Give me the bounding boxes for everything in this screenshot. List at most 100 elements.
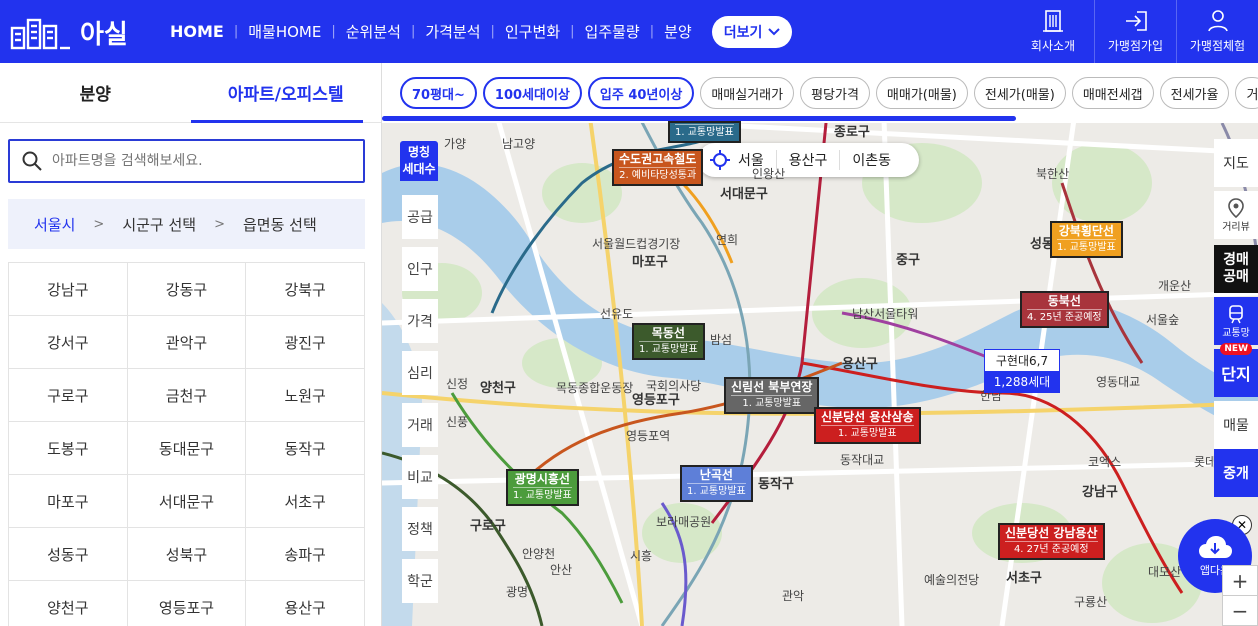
zoom-control: + −: [1222, 565, 1258, 626]
place-label: 인왕산: [752, 167, 786, 181]
place-label: 목동종합운동장: [556, 381, 634, 395]
transit-line-label[interactable]: 동북선 4. 25년 준공예정: [1020, 291, 1109, 328]
map-tool-sentiment[interactable]: 심리: [402, 351, 438, 395]
map-tool-school[interactable]: 학군: [402, 559, 438, 603]
district-cell[interactable]: 금천구: [127, 369, 247, 422]
signup-button[interactable]: 가맹점가입: [1094, 0, 1176, 63]
map-tool-population[interactable]: 인구: [402, 247, 438, 291]
filter-chip-gap[interactable]: 매매전세갭: [1071, 77, 1154, 109]
district-cell[interactable]: 서초구: [246, 475, 365, 528]
transit-line-label[interactable]: 수도권고속철도 2. 예비타당성통과: [612, 149, 704, 186]
label-mode-toggle[interactable]: 명칭 세대수: [400, 141, 438, 181]
district-cell[interactable]: 성동구: [9, 528, 128, 581]
district-cell[interactable]: 성북구: [127, 528, 247, 581]
breadcrumb-city[interactable]: 서울시: [34, 214, 75, 235]
map-area[interactable]: 70평대~ 100세대이상 입주 40년이상 매매실거래가 평당가격 매매가(매…: [382, 63, 1258, 626]
nav-price[interactable]: 가격분석: [415, 21, 490, 42]
place-label: 서초구: [1006, 571, 1042, 586]
transit-line-status: 1. 교통망발표: [687, 483, 746, 499]
apartment-name: 구현대6,7: [995, 354, 1049, 368]
filter-chip-sale-price[interactable]: 매매실거래가: [700, 77, 795, 109]
logo[interactable]: 아실: [10, 14, 128, 51]
street-view-label: 거리뷰: [1222, 221, 1250, 233]
district-cell[interactable]: 도봉구: [9, 422, 128, 475]
map-tool-transaction[interactable]: 거래: [402, 403, 438, 447]
location-selector[interactable]: 서울 용산구 이촌동: [698, 143, 920, 177]
place-label: 종로구: [834, 125, 870, 140]
filter-chip-listing-price[interactable]: 매매가(매물): [875, 77, 968, 109]
transit-line-title: 신분당선 강남용산: [1005, 526, 1098, 540]
transit-line-label[interactable]: 목동선 1. 교통망발표: [632, 323, 705, 360]
location-town[interactable]: 이촌동: [839, 150, 903, 170]
nav-population[interactable]: 인구변화: [495, 21, 570, 42]
transit-line-label[interactable]: 난곡선 1. 교통망발표: [680, 465, 753, 502]
district-cell[interactable]: 구로구: [9, 369, 128, 422]
map-mode-map[interactable]: 지도: [1214, 139, 1258, 187]
building-icon: [1043, 10, 1063, 32]
main-nav: HOME | 매물HOME | 순위분석 | 가격분석 | 인구변화 | 입주물량 | 분양…: [160, 0, 793, 63]
breadcrumb-district[interactable]: 시군구 선택: [122, 214, 196, 235]
filter-chip-jeonse-price[interactable]: 전세가(매물): [973, 77, 1066, 109]
place-label: 보라매공원: [656, 515, 712, 529]
street-view-button[interactable]: 거리뷰: [1214, 191, 1258, 239]
transit-line-label[interactable]: 광명시흥선 1. 교통망발표: [506, 469, 579, 506]
filter-chip-price-per-pyeong[interactable]: 평당가격: [800, 77, 870, 109]
transit-line-label[interactable]: 신분당선 용산삼송 1. 교통망발표: [814, 407, 921, 444]
map-tool-supply[interactable]: 공급: [402, 195, 438, 239]
nav-ranking[interactable]: 순위분석: [336, 21, 411, 42]
district-cell[interactable]: 송파구: [246, 528, 365, 581]
district-cell[interactable]: 강동구: [127, 263, 247, 316]
transit-button[interactable]: 교통망: [1214, 297, 1258, 345]
location-district[interactable]: 용산구: [775, 150, 840, 170]
transit-line-label[interactable]: 신분당선 강남용산 4. 27년 준공예정: [998, 523, 1105, 560]
nav-presale[interactable]: 분양: [654, 21, 702, 42]
district-cell[interactable]: 강남구: [9, 263, 128, 316]
auction-button[interactable]: 경매공매: [1214, 245, 1258, 293]
district-cell[interactable]: 동대문구: [127, 422, 247, 475]
transit-line-label[interactable]: 신림선 북부연장 1. 교통망발표: [724, 377, 820, 414]
district-cell[interactable]: 관악구: [127, 316, 247, 369]
apartment-marker[interactable]: 구현대6,7 1,288세대: [984, 349, 1060, 393]
place-label: 용산구: [842, 357, 878, 372]
place-label: 광명: [506, 585, 529, 599]
filter-chip-jeonse-ratio[interactable]: 전세가율: [1159, 77, 1230, 109]
nav-home[interactable]: HOME: [160, 22, 234, 41]
district-cell[interactable]: 용산구: [246, 581, 365, 626]
district-cell[interactable]: 마포구: [9, 475, 128, 528]
district-cell[interactable]: 영등포구: [128, 581, 247, 626]
filter-chip-100units[interactable]: 100세대이상: [482, 77, 582, 109]
district-cell[interactable]: 서대문구: [127, 475, 247, 528]
district-cell[interactable]: 동작구: [246, 422, 365, 475]
listing-button[interactable]: 매물: [1214, 401, 1258, 449]
search-input[interactable]: [52, 153, 352, 169]
company-button[interactable]: 회사소개: [1012, 0, 1094, 63]
filter-chip-more[interactable]: 거: [1235, 77, 1258, 109]
district-cell[interactable]: 강북구: [246, 263, 365, 316]
tab-apartment-officetel[interactable]: 아파트/오피스텔: [190, 63, 382, 123]
map-tool-compare[interactable]: 비교: [402, 455, 438, 499]
district-cell[interactable]: 강서구: [9, 316, 128, 369]
transit-line-status: 1. 교통망발표: [639, 341, 698, 357]
district-cell[interactable]: 노원구: [246, 369, 365, 422]
map-tool-price[interactable]: 가격: [402, 299, 438, 343]
trial-button[interactable]: 가맹점체험: [1176, 0, 1258, 63]
complex-button[interactable]: 단지: [1214, 349, 1258, 397]
map-tool-policy[interactable]: 정책: [402, 507, 438, 551]
nav-supply[interactable]: 입주물량: [575, 21, 650, 42]
zoom-out-button[interactable]: −: [1223, 596, 1257, 626]
breadcrumb-town[interactable]: 읍면동 선택: [243, 214, 317, 235]
district-cell[interactable]: 광진구: [246, 316, 365, 369]
filter-chip-70pyeong[interactable]: 70평대~: [400, 77, 477, 109]
agent-button[interactable]: 중개: [1214, 449, 1258, 497]
zoom-in-button[interactable]: +: [1223, 566, 1257, 596]
transit-line-title: 목동선: [651, 326, 685, 340]
apartment-units: 1,288세대: [985, 371, 1059, 392]
nav-listing-home[interactable]: 매물HOME: [238, 21, 331, 42]
filter-chip-40years[interactable]: 입주 40년이상: [587, 77, 695, 109]
transit-line-label[interactable]: 1. 교통망발표: [668, 121, 741, 143]
more-button[interactable]: 더보기: [711, 15, 793, 48]
place-label: 강남구: [1082, 485, 1118, 500]
tab-presale[interactable]: 분양: [0, 63, 191, 122]
district-cell[interactable]: 양천구: [9, 581, 128, 626]
transit-line-label[interactable]: 강북횡단선 1. 교통망발표: [1050, 221, 1123, 258]
